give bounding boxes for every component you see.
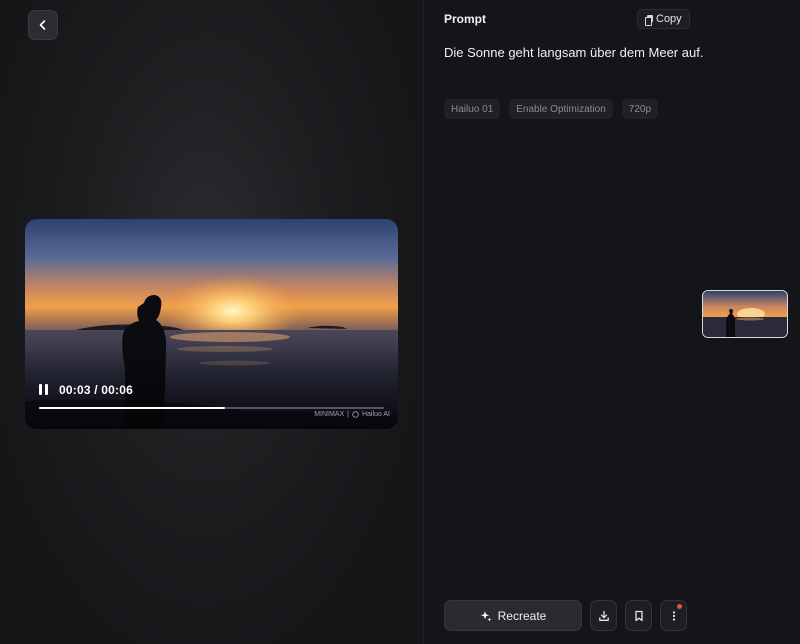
notification-dot (677, 604, 682, 609)
chevron-left-icon (39, 20, 46, 30)
video-stage: 00:03 / 00:06 MINIMAX | Hailuo AI (0, 0, 423, 644)
tag-resolution: 720p (621, 99, 659, 119)
recreate-button[interactable]: Recreate (444, 600, 582, 631)
watermark-left: MINIMAX (314, 411, 345, 418)
thumbnail-frame (703, 291, 787, 337)
video-thumbnail[interactable] (702, 290, 788, 338)
watermark-right: Hailuo AI (361, 411, 390, 418)
copy-label: Copy (656, 13, 682, 25)
prompt-text: Die Sonne geht langsam über dem Meer auf… (444, 45, 704, 60)
more-options-button[interactable] (660, 600, 687, 631)
sparkle-icon (480, 610, 492, 621)
action-bar: Recreate (444, 600, 687, 631)
more-vertical-icon (672, 610, 675, 621)
progress-fill (39, 407, 226, 409)
video-frame (25, 219, 398, 429)
time-display: 00:03 / 00:06 (59, 383, 133, 397)
back-button[interactable] (28, 10, 58, 40)
tag-optimization: Enable Optimization (509, 99, 613, 119)
watermark: MINIMAX | Hailuo AI (314, 411, 390, 418)
details-panel: Prompt Copy Die Sonne geht langsam über … (424, 0, 800, 644)
tag-model: Hailuo 01 (444, 99, 501, 119)
pause-icon[interactable] (39, 384, 51, 396)
watermark-separator: | (347, 411, 349, 418)
video-player[interactable]: 00:03 / 00:06 MINIMAX | Hailuo AI (25, 219, 398, 429)
bookmark-button[interactable] (625, 600, 652, 631)
recreate-label: Recreate (497, 608, 547, 623)
download-button[interactable] (590, 600, 617, 631)
copy-icon (645, 14, 653, 26)
hailuo-logo-icon (352, 411, 359, 418)
settings-tags: Hailuo 01 Enable Optimization 720p (444, 99, 659, 119)
playback-controls: 00:03 / 00:06 (39, 383, 133, 397)
download-icon (598, 610, 609, 621)
bookmark-icon (634, 610, 643, 621)
copy-button[interactable]: Copy (637, 9, 690, 29)
progress-bar[interactable] (39, 407, 384, 409)
prompt-title: Prompt (444, 12, 486, 26)
